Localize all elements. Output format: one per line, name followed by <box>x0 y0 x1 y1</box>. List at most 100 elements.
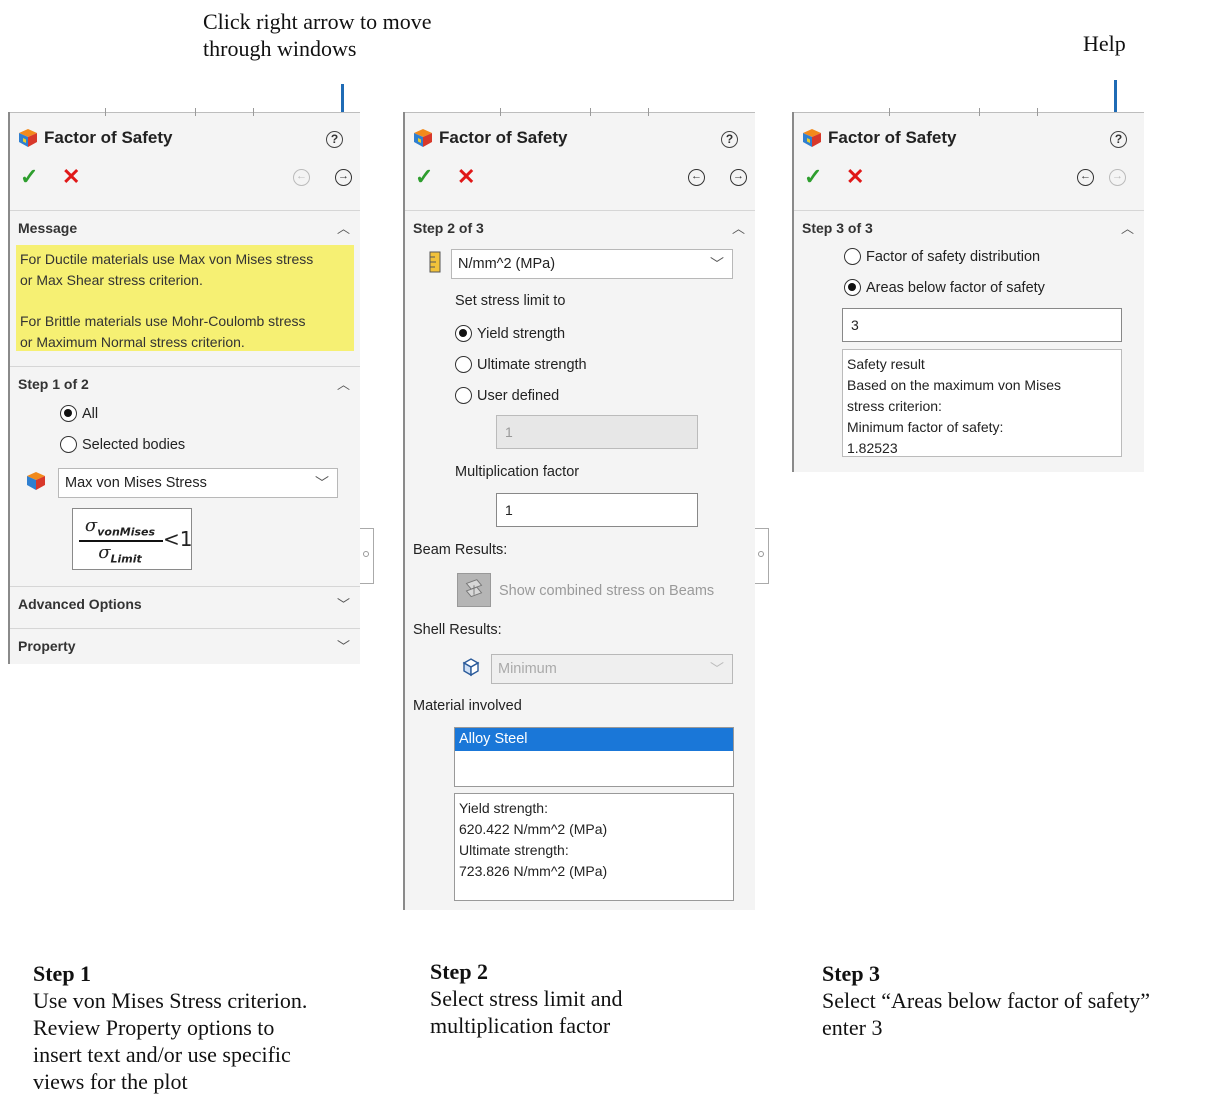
sigma: σ <box>98 542 111 563</box>
panel-title-text: Factor of Safety <box>44 128 173 147</box>
material-properties-box: Yield strength: 620.422 N/mm^2 (MPa) Ult… <box>454 793 734 901</box>
chevron-down-icon: ﹀ <box>710 256 724 272</box>
factor-of-safety-icon <box>803 129 821 147</box>
radio-selected-bodies[interactable]: Selected bodies <box>60 436 185 453</box>
shell-results-value: Minimum <box>498 661 557 677</box>
beam-stress-button[interactable] <box>457 573 491 607</box>
radio-areas-below-factor[interactable]: Areas below factor of safety <box>844 279 1045 296</box>
previous-arrow-icon[interactable]: ← <box>688 169 705 186</box>
next-arrow-icon[interactable]: → <box>335 169 352 186</box>
caption-line: Use von Mises Stress criterion. <box>33 988 308 1013</box>
shell-results-select[interactable]: Minimum ﹀ <box>491 654 733 684</box>
section-advanced-header[interactable]: Advanced Options ﹀ <box>10 586 360 620</box>
radio-ultimate-strength[interactable]: Ultimate strength <box>455 356 587 373</box>
radio-user-defined[interactable]: User defined <box>455 387 559 404</box>
help-icon[interactable]: ? <box>1110 131 1127 148</box>
panel-step2: Factor of Safety ? ✓ ✕ ← → Step 2 of 3 ︿… <box>403 108 755 910</box>
radio-dot[interactable] <box>60 436 77 453</box>
factor-of-safety-icon <box>19 129 37 147</box>
sub: vonMises <box>97 525 156 539</box>
material-list-item[interactable]: Alloy Steel <box>455 728 733 751</box>
message-box: For Ductile materials use Max von Mises … <box>16 245 354 351</box>
set-stress-limit-label: Set stress limit to <box>455 293 566 309</box>
previous-arrow-icon[interactable]: ← <box>293 169 310 186</box>
panel-resize-handle[interactable] <box>360 528 374 584</box>
material-list[interactable]: Alloy Steel <box>454 727 734 787</box>
radio-dot[interactable] <box>455 387 472 404</box>
property-line: Ultimate strength: <box>459 842 569 858</box>
panel-title: Factor of Safety <box>18 128 172 148</box>
property-line: 620.422 N/mm^2 (MPa) <box>459 821 608 837</box>
sigma: σ <box>84 515 98 536</box>
multiplication-factor-label: Multiplication factor <box>455 464 580 480</box>
ok-button[interactable]: ✓ <box>415 164 433 190</box>
chevron-down-icon: ﹀ <box>710 661 724 677</box>
section-step3-header[interactable]: Step 3 of 3 ︿ <box>794 210 1144 244</box>
tab-marker <box>889 108 890 116</box>
section-message-header[interactable]: Message ︿ <box>10 210 360 244</box>
panel-title-text: Factor of Safety <box>439 128 568 147</box>
factor-of-safety-icon <box>414 129 432 147</box>
section-property-header[interactable]: Property ﹀ <box>10 628 360 662</box>
chevron-up-icon: ︿ <box>1120 221 1134 236</box>
message-line: For Brittle materials use Mohr-Coulomb s… <box>20 313 306 329</box>
help-icon[interactable]: ? <box>326 131 343 148</box>
cancel-button[interactable]: ✕ <box>62 164 80 190</box>
factor-value-input[interactable]: 3 <box>842 308 1122 342</box>
result-line: Minimum factor of safety: <box>847 419 1004 435</box>
radio-dot[interactable] <box>844 248 861 265</box>
chevron-down-icon: ﹀ <box>315 475 329 491</box>
ok-button[interactable]: ✓ <box>804 164 822 190</box>
panel-top-border <box>10 112 360 113</box>
radio-all[interactable]: All <box>60 405 98 422</box>
criterion-select[interactable]: Max von Mises Stress ﹀ <box>58 468 338 498</box>
caption-step1: Step 1 Use von Mises Stress criterion. R… <box>33 960 307 1095</box>
annotation-line: Click right arrow to move <box>203 9 432 34</box>
tab-marker <box>195 108 196 116</box>
radio-dot[interactable] <box>455 356 472 373</box>
shell-icon <box>462 658 480 677</box>
radio-dot[interactable] <box>60 405 77 422</box>
ok-button[interactable]: ✓ <box>20 164 38 190</box>
criterion-value: Max von Mises Stress <box>65 475 207 491</box>
panel-step1: Factor of Safety ? ✓ ✕ ← → Message ︿ For… <box>8 108 360 664</box>
radio-dot[interactable] <box>844 279 861 296</box>
caption-line: views for the plot <box>33 1069 188 1094</box>
formula-box: σvonMises σLimit <1 <box>72 508 192 570</box>
radio-dot[interactable] <box>455 325 472 342</box>
cancel-button[interactable]: ✕ <box>457 164 475 190</box>
radio-factor-of-safety-distribution[interactable]: Factor of safety distribution <box>844 248 1040 265</box>
next-arrow-icon[interactable]: → <box>730 169 747 186</box>
section-step2-header[interactable]: Step 2 of 3 ︿ <box>405 210 755 244</box>
section-label: Property <box>18 638 76 654</box>
panel-title-text: Factor of Safety <box>828 128 957 147</box>
units-select[interactable]: N/mm^2 (MPa) ﹀ <box>451 249 733 279</box>
next-arrow-icon[interactable]: → <box>1109 169 1126 186</box>
panel-resize-handle[interactable] <box>755 528 769 584</box>
caption-line: insert text and/or use specific <box>33 1042 291 1067</box>
chevron-down-icon: ﹀ <box>336 639 350 654</box>
message-line: For Ductile materials use Max von Mises … <box>20 251 314 267</box>
caption-line: multiplication factor <box>430 1013 611 1038</box>
multiplication-factor-input[interactable]: 1 <box>496 493 698 527</box>
section-label: Advanced Options <box>18 596 142 612</box>
safety-result-box: Safety result Based on the maximum von M… <box>842 349 1122 457</box>
tab-marker <box>253 108 254 116</box>
criterion-icon <box>27 472 45 490</box>
cancel-button[interactable]: ✕ <box>846 164 864 190</box>
section-label: Step 1 of 2 <box>18 376 89 392</box>
formula-rhs: <1 <box>163 527 193 551</box>
shell-results-label: Shell Results: <box>413 622 502 638</box>
chevron-up-icon: ︿ <box>731 221 745 236</box>
help-icon[interactable]: ? <box>721 131 738 148</box>
annotation-right-arrow: Click right arrow to move through window… <box>203 8 432 62</box>
material-involved-label: Material involved <box>413 698 522 714</box>
previous-arrow-icon[interactable]: ← <box>1077 169 1094 186</box>
section-step1-header[interactable]: Step 1 of 2 ︿ <box>10 366 360 400</box>
user-defined-input[interactable]: 1 <box>496 415 698 449</box>
units-value: N/mm^2 (MPa) <box>458 256 556 272</box>
radio-label: Yield strength <box>477 325 566 342</box>
chevron-down-icon: ﹀ <box>336 597 350 612</box>
radio-label: All <box>82 405 99 422</box>
radio-yield-strength[interactable]: Yield strength <box>455 325 565 342</box>
